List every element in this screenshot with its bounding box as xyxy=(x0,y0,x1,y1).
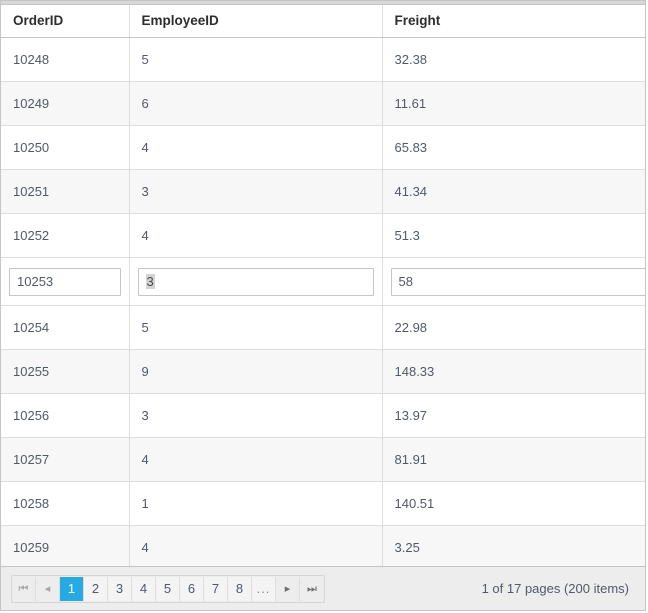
column-header-freight[interactable]: Freight xyxy=(382,5,645,37)
employeeid-input-value: 3 xyxy=(145,274,155,289)
table-row[interactable]: 10257481.91VenezuelaEditDelete xyxy=(1,437,645,482)
cell-freight: 22.98 xyxy=(382,305,645,350)
cell-employeeid: 4 xyxy=(129,525,383,566)
cell-employeeid: 4 xyxy=(129,213,383,258)
cell-freight: 81.91 xyxy=(382,437,645,482)
cell-freight: 11.61 xyxy=(382,81,645,126)
grid-header: OrderID EmployeeID Freight ShipCountry M… xyxy=(1,1,645,38)
cell-freight: 148.33 xyxy=(382,349,645,394)
cell-freight: 13.97 xyxy=(382,393,645,438)
orderid-input-disabled: 10253 xyxy=(9,267,121,296)
cell-orderid: 10259 xyxy=(1,525,130,566)
pager-info: 1 of 17 pages (200 items) xyxy=(481,581,629,596)
pager-page-4[interactable]: 4 xyxy=(132,576,156,601)
header-row: OrderID EmployeeID Freight ShipCountry M… xyxy=(1,5,645,37)
cell-employeeid: 9 xyxy=(129,349,383,394)
grid-body: 10248532.38FranceEditDelete10249611.61Ge… xyxy=(1,38,645,566)
cell-freight: 51.3 xyxy=(382,213,645,258)
table-row[interactable]: 10249611.61GermanyEditDelete xyxy=(1,81,645,126)
table-row[interactable]: 10251341.34FranceEditDelete xyxy=(1,169,645,214)
cell-freight: 32.38 xyxy=(382,38,645,82)
table-row[interactable]: 10252451.3BelgiumEditDelete xyxy=(1,213,645,258)
pager-page-2[interactable]: 2 xyxy=(84,576,108,601)
grid-pager-bar: ⏮ ◂ 1 2 3 4 5 6 7 8... ▸ ⏭ 1 of 17 pages (200 items… xyxy=(1,566,645,610)
cell-employeeid: 6 xyxy=(129,81,383,126)
pager-page-1[interactable]: 1 xyxy=(60,576,84,601)
cell-orderid: 10250 xyxy=(1,125,130,170)
pager-next-button[interactable]: ▸ xyxy=(276,576,300,601)
pager-last-button[interactable]: ⏭ xyxy=(300,576,324,601)
table-row[interactable]: 10256313.97BrazilEditDelete xyxy=(1,393,645,438)
pager-first-button[interactable]: ⏮ xyxy=(12,576,36,601)
table-row[interactable]: 10248532.38FranceEditDelete xyxy=(1,38,645,82)
cell-orderid: 10249 xyxy=(1,81,130,126)
column-header-orderid[interactable]: OrderID xyxy=(1,5,130,37)
cell-employeeid: 3 xyxy=(129,393,383,438)
pager-page-5[interactable]: 5 xyxy=(156,576,180,601)
cell-orderid: 10251 xyxy=(1,169,130,214)
cell-employeeid: 5 xyxy=(129,305,383,350)
cell-orderid: 10255 xyxy=(1,349,130,394)
grid-data-table: 10248532.38FranceEditDelete10249611.61Ge… xyxy=(1,38,645,566)
cell-employeeid: 3 xyxy=(129,169,383,214)
data-grid: OrderID EmployeeID Freight ShipCountry M… xyxy=(0,0,646,611)
pager-page-6[interactable]: 6 xyxy=(180,576,204,601)
cell-employeeid: 1 xyxy=(129,481,383,526)
cell-freight: 140.51 xyxy=(382,481,645,526)
cell-employeeid: 4 xyxy=(129,437,383,482)
cell-employeeid: 4 xyxy=(129,125,383,170)
cell-orderid: 10252 xyxy=(1,213,130,258)
pager-ellipsis[interactable]: ... xyxy=(252,576,276,601)
employeeid-input[interactable]: 3 xyxy=(137,267,374,296)
pager-prev-button[interactable]: ◂ xyxy=(36,576,60,601)
cell-orderid: 10257 xyxy=(1,437,130,482)
cell-employeeid-edit: 3 xyxy=(129,257,383,306)
table-row[interactable]: 10254522.98SwitzerlandEditDelete xyxy=(1,305,645,350)
cell-orderid: 10256 xyxy=(1,393,130,438)
cell-orderid: 10258 xyxy=(1,481,130,526)
freight-numeric-input[interactable]: 58 xyxy=(390,267,645,296)
column-header-employeeid[interactable]: EmployeeID xyxy=(129,5,383,37)
cell-orderid-edit: 10253 xyxy=(1,257,130,306)
grid-header-table: OrderID EmployeeID Freight ShipCountry M… xyxy=(1,5,645,37)
cell-orderid: 10254 xyxy=(1,305,130,350)
grid-rows: 10248532.38FranceEditDelete10249611.61Ge… xyxy=(1,38,645,566)
cell-orderid: 10248 xyxy=(1,38,130,82)
table-row[interactable]: 102581140.51AustriaEditDelete xyxy=(1,481,645,526)
cell-freight-edit: 58 xyxy=(382,257,645,306)
pager-page-3[interactable]: 3 xyxy=(108,576,132,601)
cell-freight: 41.34 xyxy=(382,169,645,214)
pager-page-8[interactable]: 8 xyxy=(228,576,252,601)
table-row[interactable]: 102559148.33SwitzerlandEditDelete xyxy=(1,349,645,394)
cell-freight: 3.25 xyxy=(382,525,645,566)
table-row[interactable]: 1025943.25MexicoEditDelete xyxy=(1,525,645,566)
cell-employeeid: 5 xyxy=(129,38,383,82)
orderid-input-value: 10253 xyxy=(17,274,54,289)
table-row[interactable]: 10250465.83BrazilEditDelete xyxy=(1,125,645,170)
freight-input-value[interactable]: 58 xyxy=(391,268,645,295)
pager-page-7[interactable]: 7 xyxy=(204,576,228,601)
cell-freight: 65.83 xyxy=(382,125,645,170)
pager[interactable]: ⏮ ◂ 1 2 3 4 5 6 7 8... ▸ ⏭ xyxy=(11,574,325,603)
table-row-editing[interactable]: 10253358BrazilSaveCancel xyxy=(1,257,645,306)
